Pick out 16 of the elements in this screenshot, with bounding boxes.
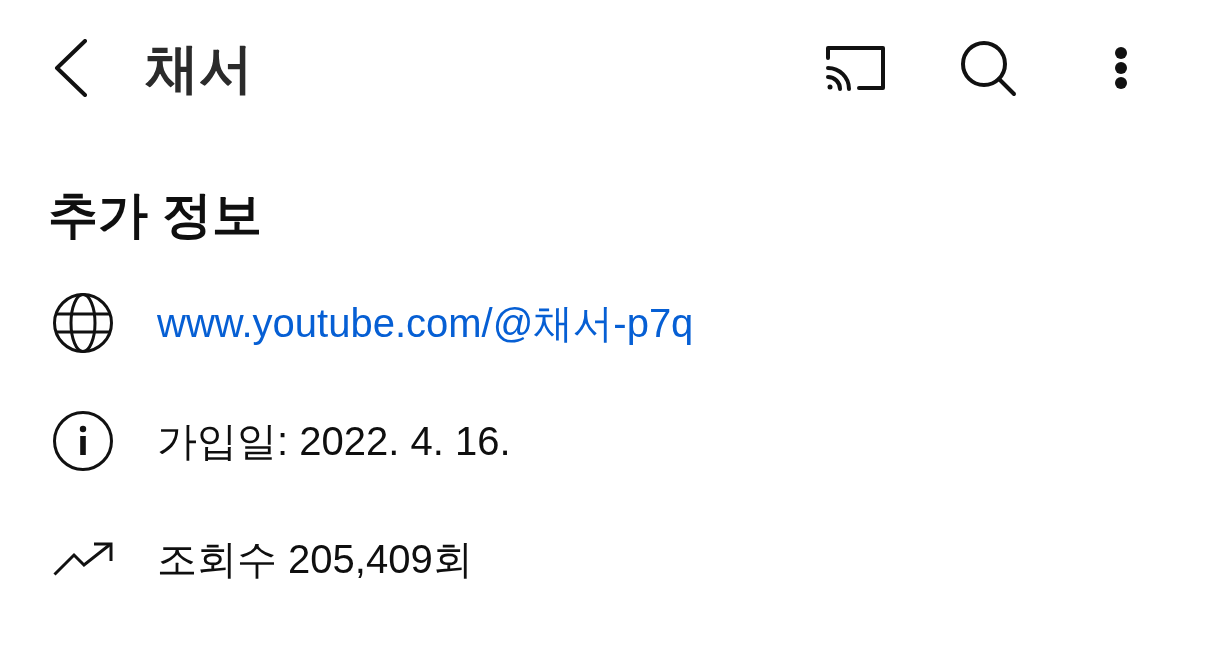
back-button[interactable] [52,39,88,97]
join-date-text: 가입일: 2022. 4. 16. [157,421,511,461]
globe-icon [53,293,113,353]
more-options-icon [1114,47,1128,89]
cast-icon [825,44,887,92]
back-chevron-icon [53,39,87,97]
more-options-button[interactable] [1113,46,1129,90]
view-count-text: 조회수 205,409회 [157,539,473,579]
channel-link[interactable]: www.youtube.com/@채서-p7q [157,303,694,343]
search-button[interactable] [960,39,1017,97]
search-icon [960,39,1017,97]
cast-button[interactable] [825,44,887,92]
channel-title: 채서 [145,41,253,95]
trending-up-icon [53,542,113,576]
info-icon [53,411,113,471]
section-heading: 추가 정보 [48,190,262,240]
